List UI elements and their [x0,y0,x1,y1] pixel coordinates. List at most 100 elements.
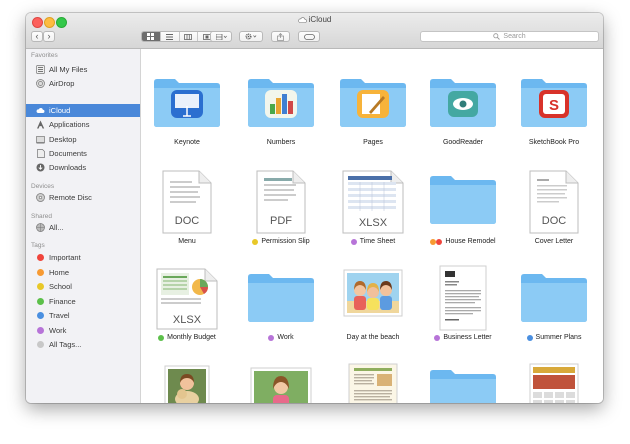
sidebar-tag-all-tags[interactable]: All Tags... [26,338,140,351]
arrange-button[interactable] [210,31,232,42]
view-mode-selector [141,31,217,42]
file-label: House Remodel [418,238,508,245]
sidebar-tag-travel[interactable]: Travel [26,309,140,322]
file-item-calendar[interactable] [509,341,599,403]
file-label: Monthly Budget [142,334,232,341]
spreadsheet-icon: XLSX [156,268,218,330]
file-item-work[interactable]: Work [236,245,326,345]
file-label: Work [236,334,326,341]
sidebar-tag-finance[interactable]: Finance [26,295,140,308]
forward-button[interactable]: › [43,31,55,42]
file-item-photo-dog[interactable] [142,341,232,403]
calendar-icon [529,363,579,403]
file-label: Numbers [266,139,296,146]
sidebar-item-all-shared[interactable]: All... [26,221,140,234]
share-icon [277,32,284,41]
file-item-permission-slip[interactable]: PDF Permission Slip [236,149,326,249]
folder-icon [248,79,314,127]
sidebar-item-applications[interactable]: Applications [26,118,140,131]
file-item-photo-girl[interactable] [236,341,326,403]
file-item-recipe[interactable] [328,341,418,403]
sidebar-item-remote-disc[interactable]: Remote Disc [26,191,140,204]
spreadsheet-icon: XLSX [342,170,404,234]
file-item-monthly-budget[interactable]: XLSX Monthly Budget [142,245,232,345]
tag-color-dot [526,334,533,341]
file-item-goodreader[interactable]: GoodReader [418,49,508,149]
tag-color-dot [37,283,44,290]
file-item-menu[interactable]: DOC Menu [142,149,232,249]
sidebar-tag-home[interactable]: Home [26,266,140,279]
cloud-icon [297,16,307,25]
file-label: SketchBook Pro [528,139,580,146]
edit-tags-button[interactable] [298,31,320,42]
tag-color-dot [37,254,44,261]
tag-color-dot [350,238,357,245]
doc-icon: DOC [529,170,579,234]
network-icon [36,223,45,232]
sidebar-tag-work[interactable]: Work [26,324,140,337]
file-item-business-letter[interactable]: Business Letter [418,245,508,345]
tag-color-dot [37,327,44,334]
file-label: Business Letter [418,334,508,341]
sidebar-item-all-my-files[interactable]: All My Files [26,63,140,76]
tag-color-dot [37,269,44,276]
sidebar-item-airdrop[interactable]: AirDrop [26,77,140,90]
folder-icon: S [521,79,587,127]
pdf-icon: PDF [256,170,306,234]
window-title: iCloud [26,15,603,25]
search-icon [493,33,501,40]
all-files-icon [36,65,45,74]
tag-color-dot [252,238,259,245]
file-label: Keynote [174,139,200,146]
action-button[interactable] [239,31,263,42]
applications-icon [36,120,45,129]
file-label: Permission Slip [236,238,326,245]
sidebar-header-devices: Devices [31,183,55,190]
documents-icon [36,149,45,158]
title-bar: iCloud ‹ › Search [26,13,603,49]
search-placeholder: Search [503,33,526,40]
photo-icon [164,365,210,403]
file-label: Pages [363,139,383,146]
tag-color-dot [434,334,441,341]
file-item-folder[interactable] [418,341,508,403]
file-item-keynote[interactable]: Keynote [142,49,232,149]
folder-icon [430,176,496,224]
sidebar-item-documents[interactable]: Documents [26,147,140,160]
tag-color-dot [436,238,443,245]
svg-text:PDF: PDF [270,215,292,227]
downloads-icon [36,163,45,172]
file-item-cover-letter[interactable]: DOC Cover Letter [509,149,599,249]
sidebar-tag-school[interactable]: School [26,280,140,293]
back-button[interactable]: ‹ [31,31,43,42]
disc-icon [36,193,45,202]
column-view-button[interactable] [180,32,199,41]
file-item-day-at-the-beach[interactable]: Day at the beach [328,245,418,345]
file-label: Cover Letter [534,238,574,245]
sidebar-item-downloads[interactable]: Downloads [26,161,140,174]
file-item-summer-plans[interactable]: Summer Plans [509,245,599,345]
tag-color-dot [37,341,44,348]
tag-color-dot [37,312,44,319]
file-item-numbers[interactable]: Numbers [236,49,326,149]
file-item-time-sheet[interactable]: XLSX Time Sheet [328,149,418,249]
svg-text:XLSX: XLSX [173,314,202,326]
finder-window: iCloud ‹ › Search Favorites All My Files… [26,13,603,403]
airdrop-icon [36,79,45,88]
sidebar: Favorites All My Files AirDrop iCloud Ap… [26,49,141,403]
list-view-button[interactable] [161,32,180,41]
icon-view-button[interactable] [142,32,161,41]
sidebar-item-desktop[interactable]: Desktop [26,133,140,146]
list-view-icon [166,33,174,40]
sidebar-item-icloud[interactable]: iCloud [26,104,140,117]
file-item-pages[interactable]: Pages [328,49,418,149]
search-field[interactable]: Search [420,31,599,42]
svg-text:DOC: DOC [175,215,200,227]
file-label: Day at the beach [346,334,400,341]
photo-icon [343,269,403,317]
share-button[interactable] [271,31,290,42]
sidebar-tag-important[interactable]: Important [26,251,140,264]
file-item-sketchbook-pro[interactable]: S SketchBook Pro [509,49,599,149]
file-item-house-remodel[interactable]: House Remodel [418,149,508,249]
letter-icon [439,265,487,331]
